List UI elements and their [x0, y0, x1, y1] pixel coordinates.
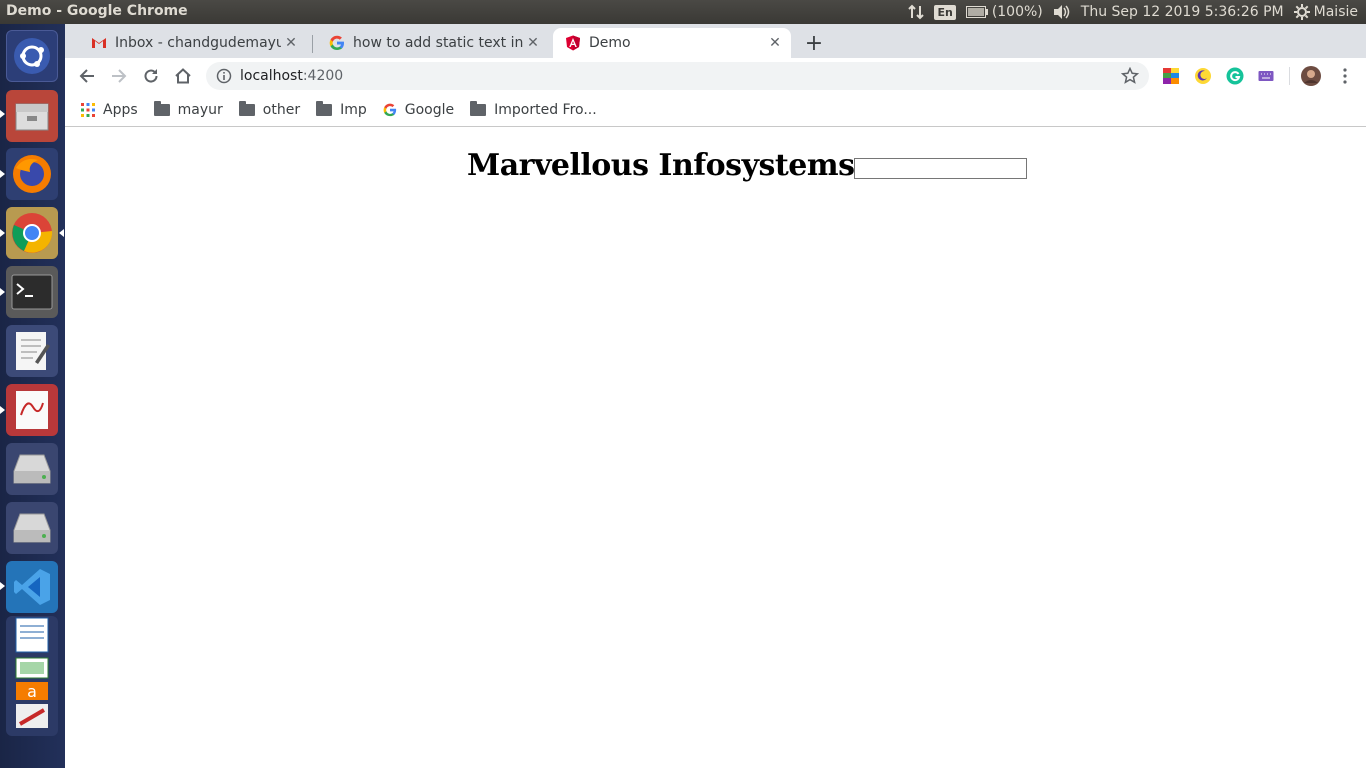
launcher: a	[0, 24, 65, 768]
tab-label: how to add static text in h	[353, 35, 523, 51]
ubuntu-dash-icon[interactable]	[6, 30, 58, 82]
bookmark-label: mayur	[177, 102, 223, 118]
clock[interactable]: Thu Sep 12 2019 5:36:26 PM	[1081, 4, 1284, 20]
bookmark-label: other	[262, 102, 301, 118]
google-icon	[329, 35, 345, 51]
avatar[interactable]	[1301, 66, 1321, 86]
folder-icon	[238, 101, 255, 116]
network-icon[interactable]	[908, 4, 925, 20]
launcher-stack[interactable]: a	[6, 616, 58, 736]
drive-icon[interactable]	[6, 443, 58, 495]
running-indicator	[0, 288, 5, 296]
bookmark-folder-mayur[interactable]: mayur	[153, 101, 223, 118]
window-title: Demo - Google Chrome	[6, 3, 188, 19]
apps-grid-icon	[81, 103, 95, 117]
svg-text:a: a	[27, 682, 37, 701]
bookmarks-bar: Apps mayur other Imp Google Imported Fro…	[65, 94, 1366, 127]
keyboard-extension-icon[interactable]	[1256, 66, 1276, 86]
battery-icon	[965, 6, 988, 18]
tab-divider	[312, 35, 313, 53]
folder-icon	[316, 101, 333, 116]
battery-percent: (100%)	[991, 4, 1043, 20]
reload-icon	[144, 69, 158, 83]
tab-demo[interactable]: Demo ✕	[553, 28, 791, 58]
bookmark-label: Imp	[340, 102, 367, 118]
address-bar[interactable]: localhost:4200	[206, 62, 1149, 90]
page-viewport: Marvellous Infosystems	[65, 128, 1366, 768]
libreoffice-icon: a	[15, 617, 49, 728]
forward-button[interactable]	[105, 62, 133, 90]
session-menu[interactable]: Maisie	[1293, 4, 1358, 20]
running-indicator	[0, 229, 5, 237]
home-button[interactable]	[169, 62, 197, 90]
drive-icon[interactable]	[6, 502, 58, 554]
google-icon	[383, 103, 396, 117]
user-name: Maisie	[1313, 4, 1358, 20]
url-host: localhost	[240, 68, 303, 84]
bookmark-folder-imp[interactable]: Imp	[316, 101, 367, 118]
bookmark-label: Imported Fro...	[494, 102, 597, 118]
volume-icon[interactable]	[1053, 4, 1071, 20]
running-indicator	[0, 582, 5, 590]
moon-extension-icon[interactable]	[1193, 66, 1213, 86]
bookmark-folder-imported[interactable]: Imported Fro...	[470, 101, 597, 118]
gmail-icon	[91, 35, 107, 51]
close-icon[interactable]: ✕	[281, 33, 301, 53]
folder-icon	[153, 101, 170, 116]
grammarly-icon[interactable]	[1225, 66, 1245, 86]
bookmark-apps[interactable]: Apps	[81, 102, 138, 118]
close-icon[interactable]: ✕	[523, 33, 543, 53]
running-indicator	[0, 170, 5, 178]
text-editor-icon[interactable]	[6, 325, 58, 377]
angular-icon	[565, 35, 581, 51]
tab-inbox[interactable]: Inbox - chandgudemayur5 ✕	[79, 28, 307, 58]
close-icon[interactable]: ✕	[765, 33, 785, 53]
tab-label: Inbox - chandgudemayur5	[115, 35, 281, 51]
top-panel: Demo - Google Chrome En (100%) Thu Sep 1…	[0, 0, 1366, 24]
bookmark-label: Google	[404, 102, 455, 118]
files-icon[interactable]	[6, 90, 58, 142]
running-indicator	[0, 406, 5, 414]
vscode-icon[interactable]	[6, 561, 58, 613]
home-icon	[175, 68, 191, 84]
url-port: :4200	[302, 68, 344, 84]
back-button[interactable]	[73, 62, 101, 90]
bookmark-folder-other[interactable]: other	[238, 101, 301, 118]
active-indicator	[59, 229, 64, 237]
tab-search[interactable]: how to add static text in h ✕	[317, 28, 549, 58]
browser-toolbar: localhost:4200	[65, 58, 1366, 94]
bookmark-label: Apps	[103, 102, 138, 118]
chrome-icon[interactable]	[6, 207, 58, 259]
terminal-icon[interactable]	[6, 266, 58, 318]
info-icon[interactable]	[216, 68, 232, 84]
gear-icon	[1293, 4, 1310, 20]
document-viewer-icon[interactable]	[6, 384, 58, 436]
panel-indicators: En (100%) Thu Sep 12 2019 5:36:26 PM Mai…	[908, 0, 1358, 24]
arrow-right-icon	[112, 69, 127, 83]
tab-strip: Inbox - chandgudemayur5 ✕ how to add sta…	[65, 24, 1366, 58]
new-tab-button[interactable]: +	[802, 31, 826, 56]
menu-kebab-icon[interactable]	[1335, 66, 1355, 86]
color-palette-extension-icon[interactable]	[1161, 66, 1181, 86]
bookmark-google[interactable]: Google	[383, 102, 454, 118]
page-title: Marvellous Infosystems	[467, 148, 855, 183]
firefox-icon[interactable]	[6, 148, 58, 200]
tab-label: Demo	[589, 35, 631, 51]
toolbar-divider	[1289, 67, 1290, 85]
arrow-left-icon	[79, 69, 94, 83]
folder-icon	[470, 101, 487, 116]
star-icon[interactable]	[1121, 67, 1139, 85]
text-input[interactable]	[854, 158, 1028, 179]
running-indicator	[0, 110, 5, 118]
battery-indicator[interactable]: (100%)	[965, 4, 1043, 20]
keyboard-language[interactable]: En	[934, 4, 956, 20]
heading-row: Marvellous Infosystems	[467, 148, 1028, 183]
reload-button[interactable]	[137, 62, 165, 90]
